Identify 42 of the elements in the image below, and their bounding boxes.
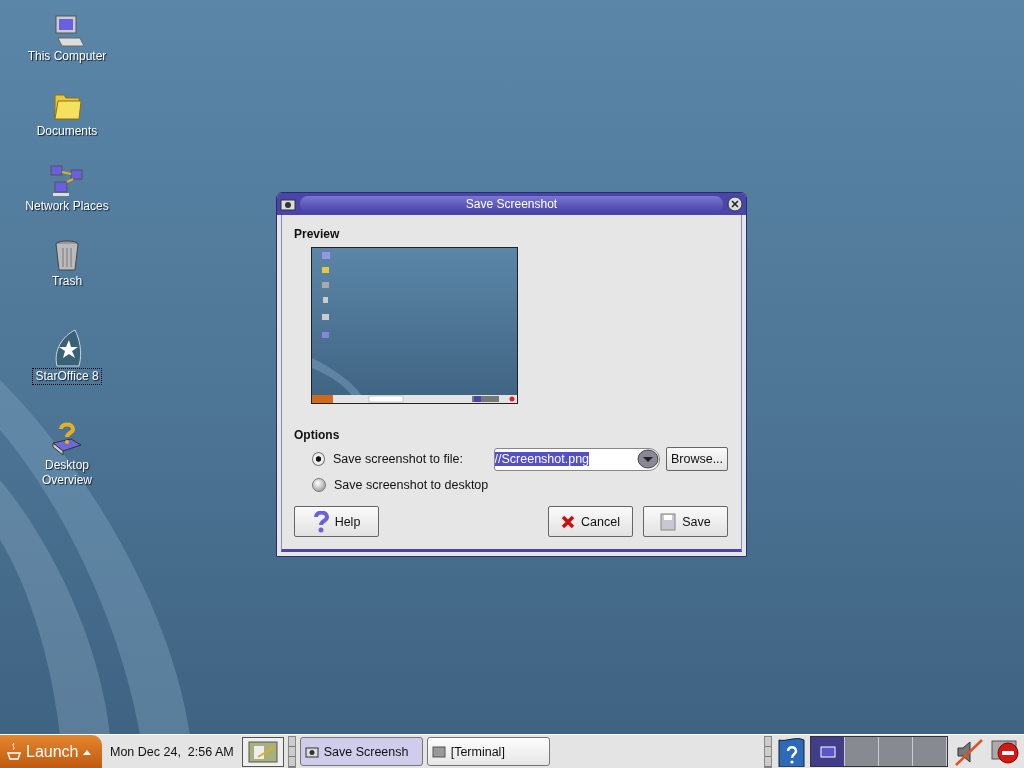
desktop-icon-label[interactable]: Documents: [33, 123, 101, 140]
dropdown-icon[interactable]: [637, 449, 659, 469]
desktop-icon-label[interactable]: StarOffice 8: [32, 368, 102, 385]
launch-button[interactable]: Launch: [0, 735, 102, 768]
task-button[interactable]: [Terminal]: [426, 737, 550, 766]
cancel-button[interactable]: Cancel: [548, 506, 633, 537]
desktop-icon-label[interactable]: Desktop Overview: [39, 457, 95, 489]
clock[interactable]: Mon Dec 24, 2:56 AM: [106, 744, 238, 759]
caret-icon: [82, 748, 91, 755]
window-title: Save Screenshot: [300, 196, 723, 212]
filename-combo-field[interactable]: //Screenshot.png: [493, 447, 660, 471]
x-icon: [561, 514, 576, 529]
camera-icon: [304, 745, 319, 758]
browse-button[interactable]: Browse...: [666, 447, 728, 471]
camera-icon: [280, 197, 296, 211]
network-icon: [49, 164, 85, 198]
window-icon: [819, 745, 836, 758]
help-shield-icon[interactable]: [776, 736, 806, 767]
close-icon[interactable]: [727, 196, 743, 212]
help-button[interactable]: Help: [294, 506, 379, 537]
save-button[interactable]: Save: [643, 506, 728, 537]
task-button[interactable]: Save Screensh: [299, 737, 423, 766]
network-blocked-icon[interactable]: [990, 737, 1022, 766]
panel-handle[interactable]: [764, 735, 772, 768]
desktop-icon-label[interactable]: Trash: [48, 273, 86, 290]
desktop-icon-label[interactable]: Network Places: [22, 198, 112, 215]
show-desktop-button[interactable]: [241, 736, 284, 767]
trash-icon: [52, 239, 82, 273]
option-label[interactable]: Save screenshot to file:: [333, 452, 486, 466]
radio-button[interactable]: [312, 478, 326, 492]
coffee-cup-icon: [6, 741, 22, 762]
preview-heading: Preview: [294, 227, 341, 241]
question-icon: [312, 510, 329, 533]
desktop-icon: [247, 740, 278, 763]
options-heading: Options: [294, 428, 341, 442]
workspace-button[interactable]: [811, 737, 845, 766]
panel-handle[interactable]: [287, 735, 296, 768]
terminal-icon: [431, 745, 446, 758]
desktop-icon-label[interactable]: This Computer: [24, 48, 110, 65]
option-label[interactable]: Save screenshot to desktop: [334, 478, 500, 492]
radio-button[interactable]: [312, 452, 326, 466]
floppy-icon: [660, 512, 677, 531]
